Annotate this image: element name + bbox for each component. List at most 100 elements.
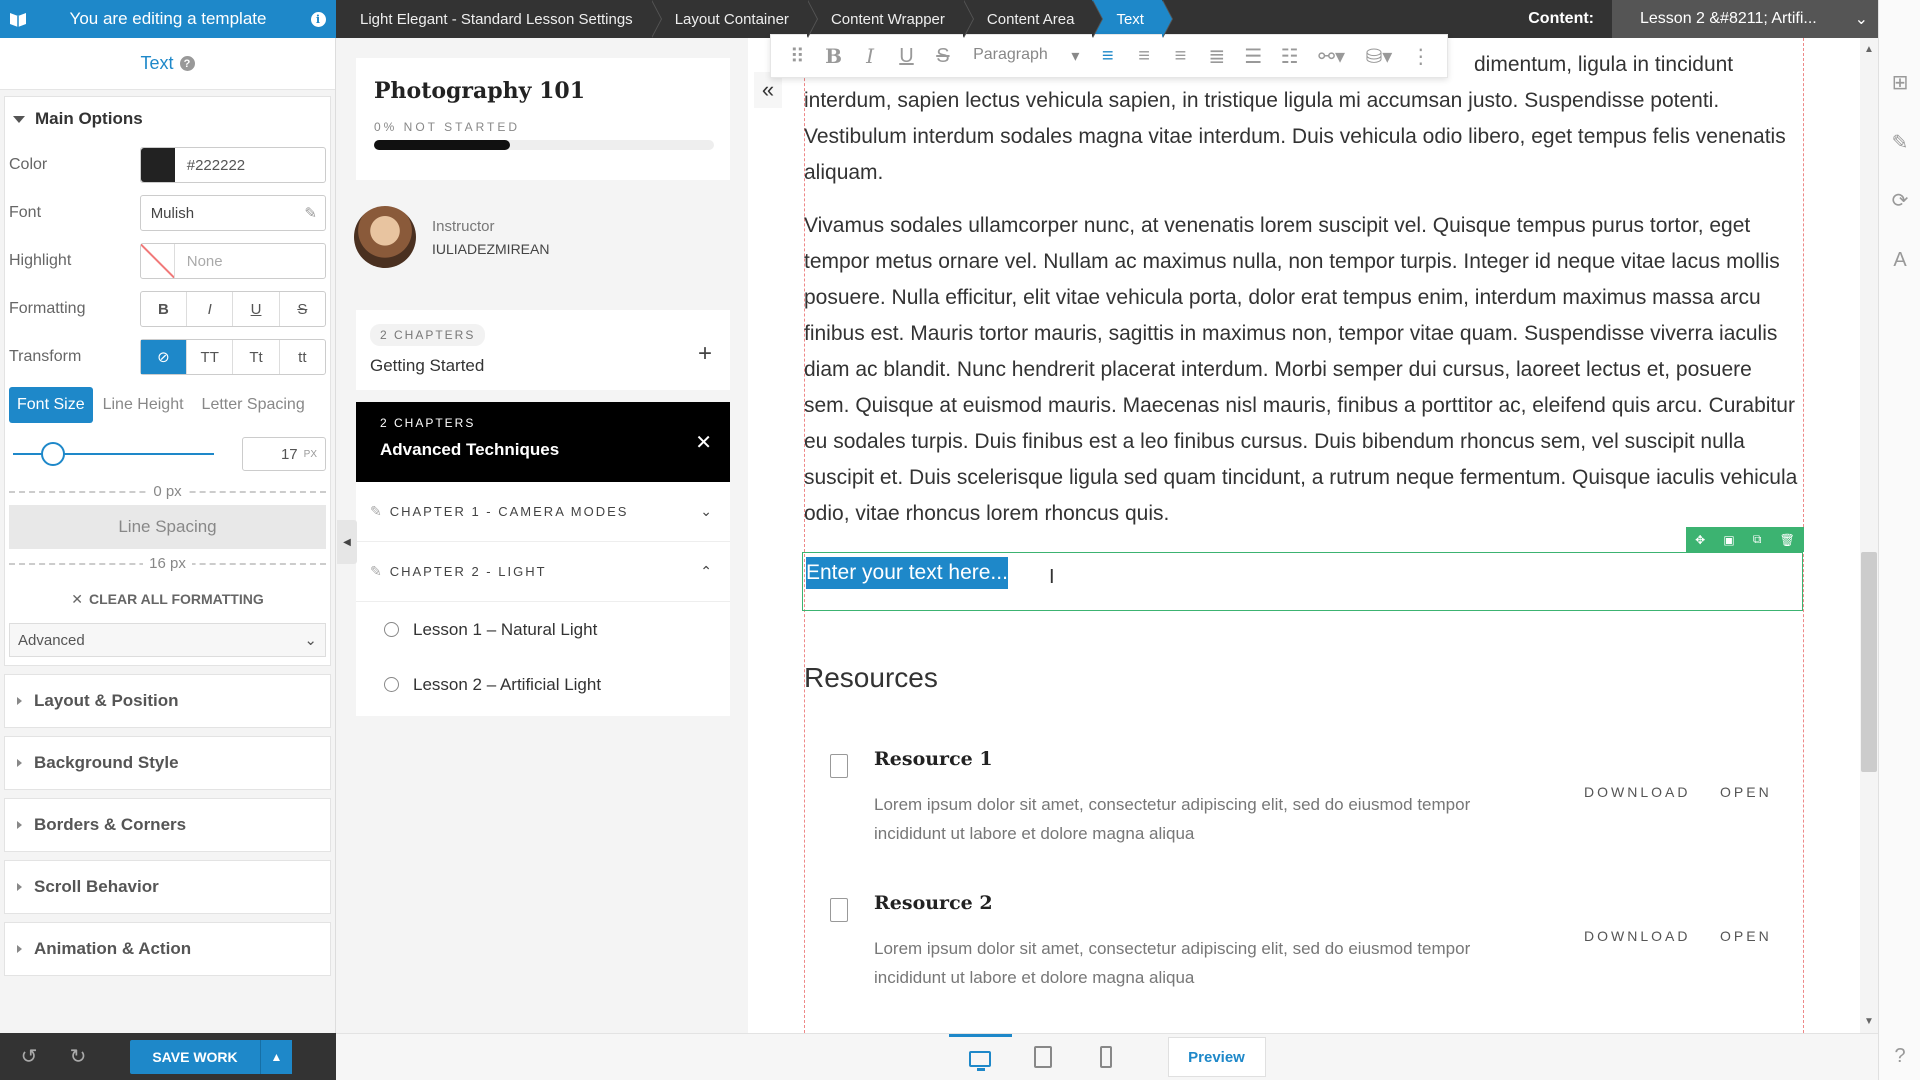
close-icon[interactable]: ✕	[695, 430, 712, 455]
align-right-icon[interactable]: ≡	[1162, 45, 1198, 68]
spacing-bottom[interactable]: 16 px	[9, 551, 326, 575]
logo-icon[interactable]	[0, 0, 36, 38]
font-size-slider[interactable]	[13, 442, 214, 466]
more-options-icon[interactable]: ⋮	[1403, 44, 1439, 69]
section-borders-corners[interactable]: Borders & Corners	[4, 798, 331, 852]
section-scroll-behavior[interactable]: Scroll Behavior	[4, 860, 331, 914]
breadcrumb-item[interactable]: Content Wrapper	[807, 0, 974, 38]
delete-icon[interactable]: 🗑	[1780, 533, 1795, 547]
link-icon[interactable]: ⚯▾	[1308, 44, 1355, 69]
align-justify-icon[interactable]: ≣	[1199, 44, 1235, 69]
color-swatch[interactable]	[140, 148, 175, 182]
save-work-button[interactable]: SAVE WORK	[130, 1039, 260, 1074]
preview-button[interactable]: Preview	[1167, 1037, 1266, 1077]
main-options-label: Main Options	[35, 109, 143, 128]
chevron-up-icon[interactable]: ⌃	[700, 563, 712, 580]
color-picker[interactable]: #222222	[139, 147, 326, 183]
highlight-picker[interactable]: None	[139, 243, 326, 279]
desktop-view-button[interactable]	[948, 1033, 1012, 1080]
color-value[interactable]: #222222	[175, 157, 245, 174]
copy-icon[interactable]: ⧉	[1753, 532, 1762, 547]
lesson-item[interactable]: Lesson 2 – Artificial Light	[356, 657, 730, 712]
strikethrough-icon[interactable]: S	[925, 45, 961, 68]
breadcrumb-item[interactable]: Layout Container	[651, 0, 819, 38]
document-icon	[830, 754, 848, 778]
breadcrumb-item[interactable]: Light Elegant - Standard Lesson Settings	[336, 0, 662, 38]
bullet-list-icon[interactable]: ☰	[1235, 44, 1271, 69]
main-options-header[interactable]: Main Options	[5, 97, 330, 141]
section-layout-position[interactable]: Layout & Position	[4, 674, 331, 728]
selected-placeholder-text[interactable]: Enter your text here...	[806, 557, 1008, 589]
size-tabs: Font Size Line Height Letter Spacing	[5, 381, 330, 429]
section-animation-action[interactable]: Animation & Action	[4, 922, 331, 976]
transform-none-button[interactable]: ⊘	[140, 340, 188, 374]
download-link[interactable]: DOWNLOAD	[1584, 928, 1690, 944]
save-icon[interactable]: ▣	[1723, 533, 1734, 547]
font-select[interactable]: Mulish ✎	[139, 195, 326, 231]
section-background-style[interactable]: Background Style	[4, 736, 331, 790]
tablet-view-button[interactable]	[1012, 1034, 1075, 1080]
transform-uppercase-button[interactable]: TT	[187, 340, 234, 374]
tab-line-height[interactable]: Line Height	[95, 387, 192, 423]
save-options-button[interactable]: ▲	[260, 1039, 292, 1074]
redo-icon[interactable]: ↻	[58, 1044, 98, 1069]
bold-icon[interactable]: B	[815, 44, 851, 68]
course-title[interactable]: Photography 101	[374, 78, 712, 104]
transform-lowercase-button[interactable]: tt	[280, 340, 325, 374]
paragraph-select[interactable]: Paragraph ▾	[961, 46, 1089, 66]
align-left-icon[interactable]: ≡	[1089, 45, 1125, 68]
italic-icon[interactable]: I	[852, 44, 888, 68]
advanced-dropdown[interactable]: Advanced ⌄	[9, 623, 326, 657]
drag-handle-icon[interactable]: ⠿	[779, 44, 815, 69]
chevron-down-icon[interactable]: ⌄	[700, 503, 712, 520]
move-icon[interactable]: ✥	[1695, 533, 1705, 547]
align-center-icon[interactable]: ≡	[1126, 45, 1162, 68]
strikethrough-button[interactable]: S	[280, 292, 325, 326]
sync-icon[interactable]: ⟳	[1879, 180, 1920, 220]
paragraph-text[interactable]: Vivamus sodales ullamcorper nunc, at ven…	[804, 208, 1802, 532]
expand-icon[interactable]: +	[698, 340, 712, 368]
chapter-light[interactable]: ✎ CHAPTER 2 - LIGHT ⌃	[356, 542, 730, 602]
font-size-input[interactable]: 17 PX	[241, 437, 326, 471]
mobile-view-button[interactable]	[1075, 1034, 1138, 1080]
info-icon[interactable]: i	[300, 11, 336, 27]
breadcrumb-item[interactable]: Content Area	[963, 0, 1103, 38]
scroll-up-icon[interactable]: ▲	[1864, 44, 1874, 55]
text-element-editing[interactable]: Enter your text here...	[802, 552, 1803, 611]
module-advanced-techniques[interactable]: 2 CHAPTERS Advanced Techniques ✕	[356, 402, 730, 482]
download-link[interactable]: DOWNLOAD	[1584, 784, 1690, 800]
add-element-icon[interactable]: ⊞	[1879, 62, 1920, 102]
slider-handle[interactable]	[41, 442, 65, 466]
module-getting-started[interactable]: 2 CHAPTERS Getting Started +	[356, 310, 730, 390]
help-icon[interactable]: ?	[1879, 1036, 1920, 1076]
content-select[interactable]: Lesson 2 &#8211; Artifi... ⌄	[1612, 0, 1882, 38]
clear-formatting-button[interactable]: ✕ CLEAR ALL FORMATTING	[5, 575, 330, 623]
bold-button[interactable]: B	[141, 292, 188, 326]
tab-font-size[interactable]: Font Size	[9, 387, 93, 423]
document-icon	[830, 898, 848, 922]
numbered-list-icon[interactable]: ☷	[1272, 44, 1308, 69]
scrollbar-thumb[interactable]	[1861, 552, 1877, 772]
spacing-top[interactable]: 0 px	[9, 479, 326, 503]
tab-letter-spacing[interactable]: Letter Spacing	[194, 387, 313, 423]
help-icon[interactable]: ?	[179, 56, 195, 71]
scroll-down-icon[interactable]: ▼	[1864, 1016, 1874, 1027]
typography-icon[interactable]: A	[1879, 240, 1920, 280]
collapse-panel-tab[interactable]: ◀	[337, 520, 357, 564]
no-color-swatch[interactable]	[140, 244, 175, 278]
pencil-icon[interactable]: ✎	[304, 204, 317, 222]
lesson-item[interactable]: Lesson 1 – Natural Light	[356, 602, 730, 657]
scrollbar[interactable]: ▲ ▼	[1860, 38, 1878, 1033]
transform-capitalize-button[interactable]: Tt	[233, 340, 280, 374]
database-icon[interactable]: ⛁▾	[1355, 44, 1402, 69]
font-size-row: 17 PX	[5, 429, 330, 479]
italic-button[interactable]: I	[187, 292, 234, 326]
brush-icon[interactable]: ✎	[1879, 122, 1920, 162]
chapter-camera-modes[interactable]: ✎ CHAPTER 1 - CAMERA MODES ⌄	[356, 482, 730, 542]
underline-button[interactable]: U	[233, 292, 280, 326]
undo-icon[interactable]: ↺	[0, 1044, 58, 1069]
transform-label: Transform	[9, 348, 82, 365]
underline-icon[interactable]: U	[888, 45, 924, 68]
open-link[interactable]: OPEN	[1720, 784, 1772, 800]
open-link[interactable]: OPEN	[1720, 928, 1772, 944]
